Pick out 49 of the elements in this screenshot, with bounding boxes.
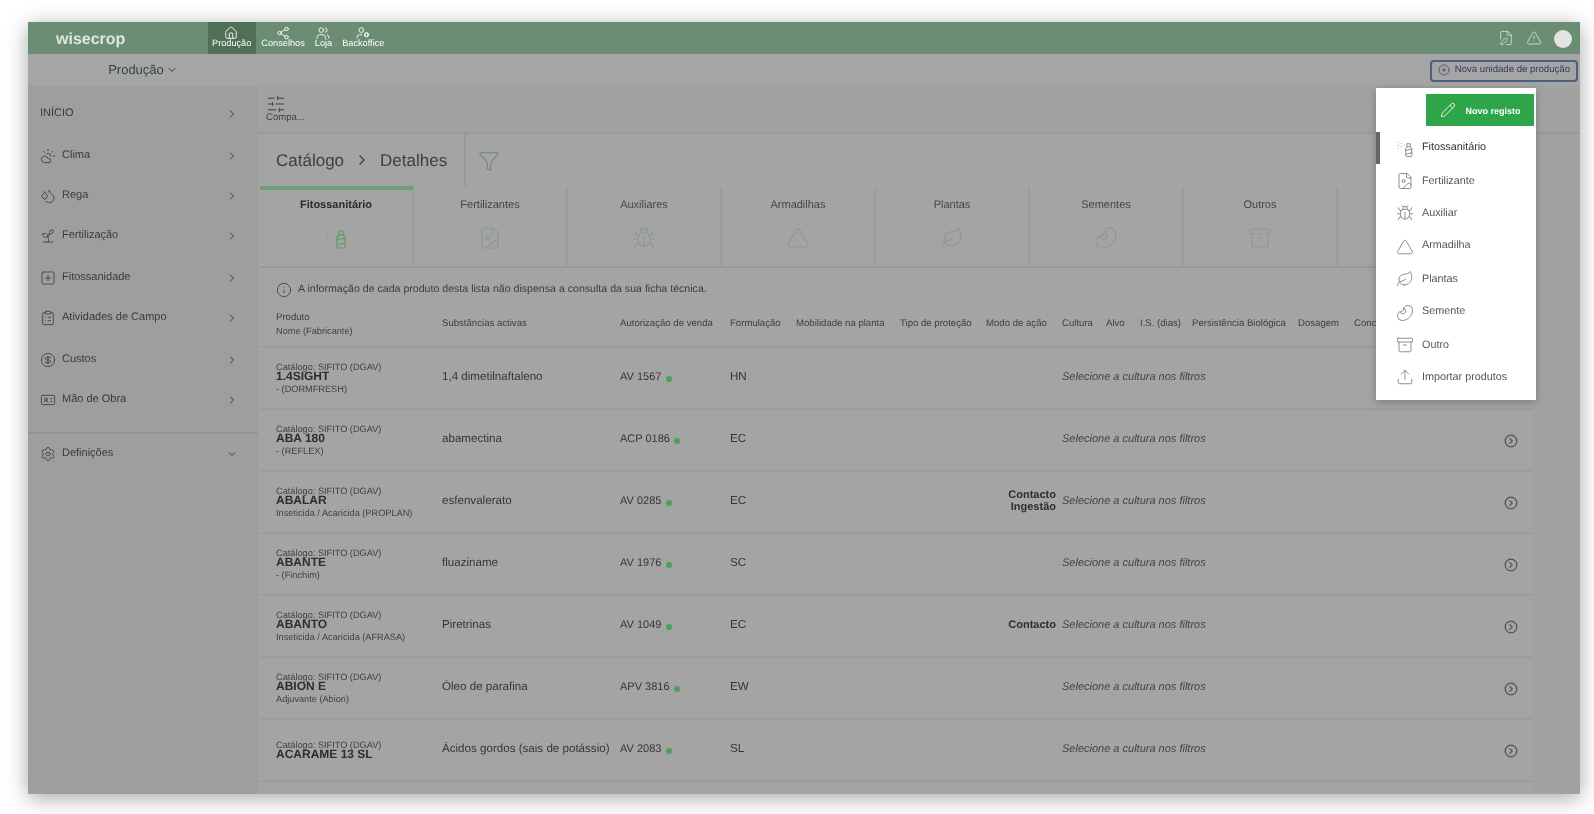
avatar[interactable] xyxy=(1554,29,1572,47)
triangle-icon xyxy=(786,226,810,250)
droplets-icon xyxy=(40,187,56,204)
caret-icon xyxy=(165,64,178,76)
user-icon xyxy=(356,26,371,41)
bug-icon xyxy=(632,226,656,250)
id-card-icon xyxy=(40,391,56,408)
logo: wisecrop xyxy=(54,27,128,52)
people-icon xyxy=(316,26,331,41)
breadcrumb-current: Detalhes xyxy=(380,150,448,170)
chevron-icon xyxy=(226,230,238,243)
leaf-icon xyxy=(1396,270,1414,289)
bean-icon xyxy=(1396,303,1414,322)
plus-icon xyxy=(1438,64,1451,76)
breadcrumb-link[interactable]: Catálogo xyxy=(276,150,345,170)
chevron-icon xyxy=(226,393,238,406)
coin-icon xyxy=(40,351,56,368)
plus-square-icon xyxy=(40,269,56,286)
pencil-icon xyxy=(1439,102,1456,118)
warning-icon[interactable] xyxy=(1526,30,1542,46)
settings-icon xyxy=(40,445,56,462)
leaf-icon xyxy=(940,226,964,250)
details-icon[interactable] xyxy=(1504,681,1518,695)
clipboard-icon xyxy=(40,310,56,327)
info-icon xyxy=(276,282,292,298)
sprout-icon xyxy=(40,228,56,245)
details-icon[interactable] xyxy=(1504,557,1518,571)
network-icon xyxy=(276,26,291,41)
details-icon[interactable] xyxy=(1504,619,1518,633)
chevron-icon xyxy=(226,312,238,325)
chevron-icon xyxy=(226,149,238,162)
chevron-icon xyxy=(226,271,238,284)
cloud-icon xyxy=(40,147,56,164)
upload-icon xyxy=(1396,368,1414,387)
note-icon[interactable] xyxy=(1498,30,1514,46)
sliders-icon[interactable] xyxy=(266,94,286,114)
bean-icon xyxy=(1094,226,1118,250)
details-icon[interactable] xyxy=(1504,495,1518,509)
triangle-icon xyxy=(1396,237,1414,256)
box-icon xyxy=(1248,226,1272,250)
chevron-icon xyxy=(226,108,238,121)
chevron-icon xyxy=(226,189,238,202)
chevron-icon xyxy=(226,447,238,460)
details-icon[interactable] xyxy=(1504,433,1518,447)
bug-icon xyxy=(1396,204,1414,223)
house-icon xyxy=(224,26,239,41)
details-icon[interactable] xyxy=(1504,743,1518,757)
box-icon xyxy=(1396,336,1414,355)
chevron-icon xyxy=(226,353,238,366)
